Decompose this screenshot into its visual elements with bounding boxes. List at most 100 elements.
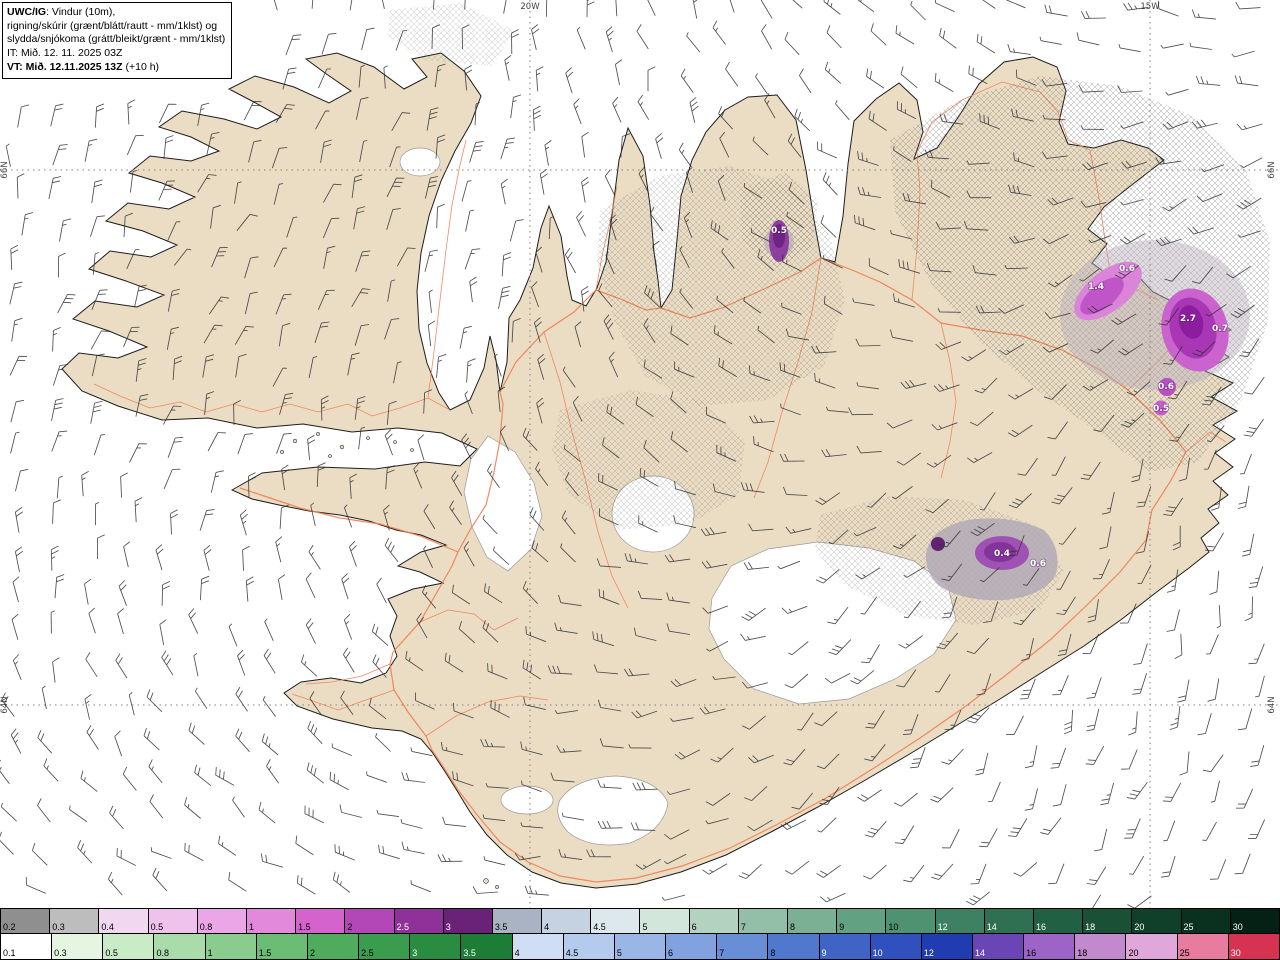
legend-cell: 20 [1126,934,1178,960]
legend-cell: 0.1 [0,934,53,960]
legend-cell-value: 5 [616,948,622,958]
precip-value-label: 0.7 [1212,324,1228,334]
legend-cell: 0.8 [154,934,206,960]
legend-cell: 4.5 [563,934,615,960]
legend-cell: 9 [837,908,887,934]
legend-cell-value: 10 [872,948,883,958]
legend-cell: 0.4 [99,908,149,934]
legend-cell-value: 9 [839,922,845,932]
legend-cell-value: 6 [691,922,697,932]
precip-value-label: 0.6 [1158,382,1174,392]
legend-cell-value: 0.3 [54,948,67,958]
legend-cell: 30 [1228,934,1280,960]
legend-cell-value: 1 [207,948,213,958]
legend-cell-value: 20 [1134,922,1145,932]
graticule-label: 15W [1140,2,1160,12]
legend-cell-value: 0.4 [101,922,114,932]
legend-cell-value: 12 [923,948,934,958]
legend-cell: 2.5 [394,908,444,934]
legend-cell: 4 [542,908,592,934]
legend-cell-value: 9 [821,948,827,958]
legend-cell-value: 1.5 [298,922,311,932]
legend-cell-value: 3.5 [463,948,476,958]
precip-value-label: 0.6 [1119,264,1135,274]
legend-cell: 9 [819,934,871,960]
info-line-it: IT: Mið. 12. 11. 2025 03Z [7,46,123,59]
legend-cell-value: 2.5 [361,948,374,958]
precip-value-label: 0.6 [1030,559,1046,569]
legend-cell: 4.5 [591,908,641,934]
legend-cell: 7 [738,908,788,934]
legend-cell: 0.8 [197,908,247,934]
legend-cell-value: 0.8 [199,922,213,932]
legend-cell: 1.5 [296,908,346,934]
legend-cell: 14 [984,908,1034,934]
legend-cell-value: 7 [719,948,725,958]
legend-cell: 25 [1181,908,1231,934]
legend-cell: 2 [345,908,395,934]
legend-cell-value: 8 [770,948,776,958]
legend-cell: 7 [717,934,769,960]
legend-cell-value: 2.5 [396,922,410,932]
legend-cell-value: 6 [668,948,674,958]
rain-scale-row: 0.1 0.3 0.5 0.8 1 1.5 2 2.5 3 3.5 4 4.5 5 6 7 8 9 10 12 14 1… [0,934,1280,960]
map-canvas: 20W 15W 66N 64N 66N 64N 0.5 1.4 0.6 2.7 0.7 0.6 0.5… [0,0,1280,908]
legend-cell: 1.5 [256,934,308,960]
legend-cell: 6 [666,934,718,960]
legend-cell-value: 2 [309,948,315,958]
legend-cell: 8 [788,908,838,934]
legend-cell-value: 16 [1026,948,1037,958]
legend-cell: 0.3 [52,934,104,960]
legend-cell: 4 [512,934,564,960]
legend-cell-value: 4.5 [593,922,606,932]
legend-cell: 12 [935,908,985,934]
info-line-3: slydda/snjókoma (grátt/bleikt/grænt - mm… [7,33,226,46]
info-box: UWC/IG: Vindur (10m), rigning/skúrir (gr… [2,2,233,80]
info-line-vt: VT: Mið. 12.11.2025 13Z (+10 h) [7,60,160,73]
legend-cell-value: 0.2 [3,922,16,932]
legend-cell: 25 [1177,934,1229,960]
legend-cell-value: 14 [974,948,985,958]
legend-cell: 10 [886,908,936,934]
sleet-scale-row: 0.2 0.3 0.4 0.5 0.8 1 1.5 2 2.5 3 3.5 4 4.5 5 6 7 8 9 10 12… [0,908,1280,934]
legend: 0.2 0.3 0.4 0.5 0.8 1 1.5 2 2.5 3 3.5 4 4.5 5 6 7 8 9 10 12… [0,908,1280,960]
legend-cell-value: 0.3 [52,922,65,932]
legend-cell: 0.5 [148,908,198,934]
graticule-label: 20W [520,2,540,12]
legend-cell: 5 [614,934,667,960]
legend-cell: 2 [307,934,360,960]
info-line-1: UWC/IG: Vindur (10m), [7,6,116,18]
legend-cell-value: 14 [986,922,997,932]
legend-cell-value: 4.5 [565,948,579,958]
legend-cell-value: 2 [347,922,353,932]
legend-cell-value: 18 [1077,948,1088,958]
legend-cell: 16 [1024,934,1076,960]
legend-cell-value: 3 [445,922,451,932]
legend-cell: 16 [1033,908,1084,934]
legend-cell-value: 7 [740,922,746,932]
legend-cell-value: 16 [1035,922,1046,932]
precip-value-label: 0.5 [771,226,787,236]
legend-cell-value: 5 [642,922,648,932]
graticule-label: 64N [0,696,10,713]
legend-cell-value: 10 [888,922,899,932]
legend-cell: 0.3 [50,908,100,934]
legend-cell-value: 18 [1085,922,1096,932]
legend-cell-value: 1 [248,922,254,932]
legend-cell-value: 25 [1183,922,1194,932]
legend-cell: 3.5 [492,908,543,934]
legend-cell-value: 0.1 [3,948,16,958]
legend-cell: 5 [640,908,690,934]
precip-value-label: 2.7 [1180,314,1196,324]
info-line-2: rigning/skúrir (grænt/blátt/rautt - mm/1… [7,19,218,32]
precip-value-label: 0.4 [994,549,1010,559]
legend-cell-value: 3 [412,948,418,958]
legend-cell: 2.5 [359,934,411,960]
legend-cell-value: 30 [1230,948,1241,958]
legend-cell-value: 3.5 [494,922,508,932]
legend-cell: 1 [205,934,257,960]
legend-cell-value: 4 [544,922,550,932]
legend-cell: 30 [1230,908,1280,934]
legend-cell: 3 [410,934,462,960]
legend-cell: 1 [246,908,297,934]
